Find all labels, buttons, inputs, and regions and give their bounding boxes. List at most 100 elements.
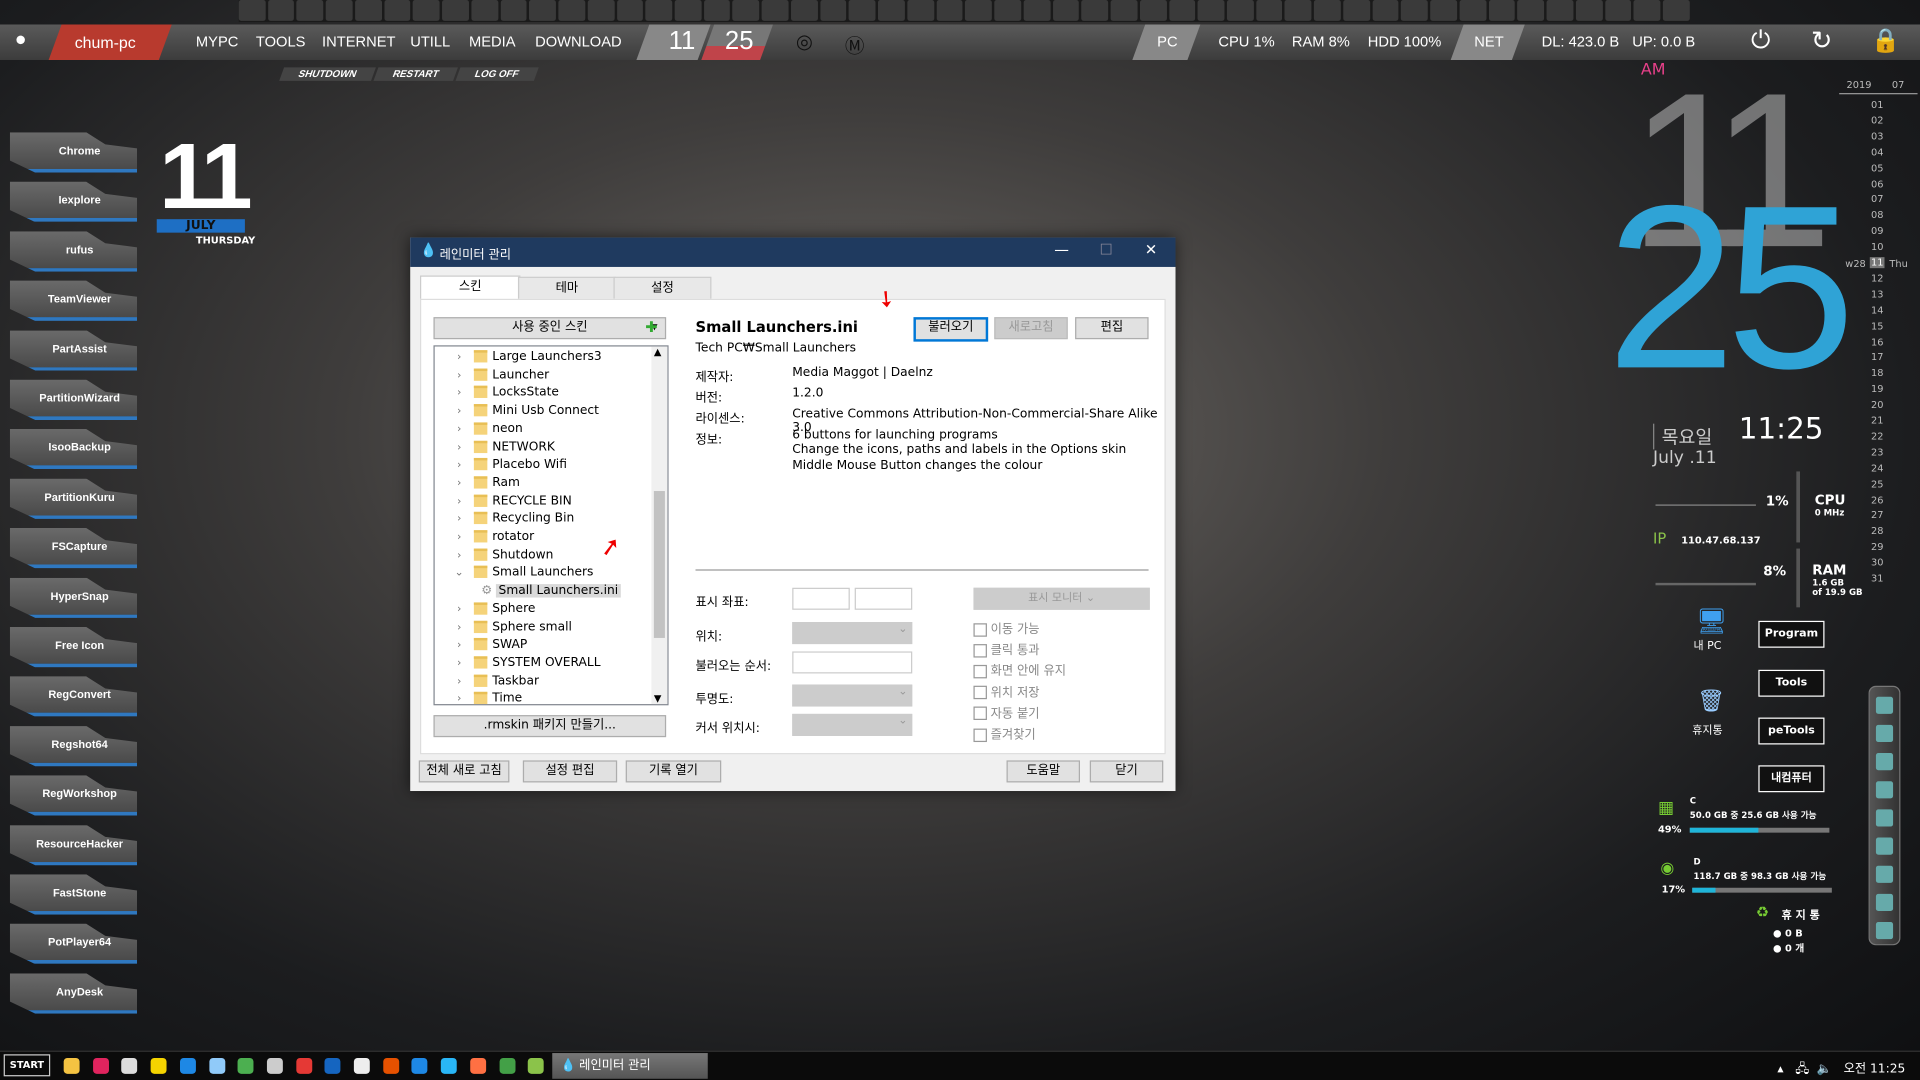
mypc-icon[interactable]: 🖥 [1696, 606, 1727, 635]
quick-launch-icon[interactable] [732, 0, 760, 21]
app-icon[interactable] [92, 1057, 109, 1074]
quick-launch-icon[interactable] [645, 0, 673, 21]
launcher-rufus[interactable]: rufus [9, 231, 138, 272]
quick-launch-icon[interactable] [703, 0, 731, 21]
book-icon[interactable] [1875, 893, 1894, 912]
chevron-right-icon[interactable]: › [452, 403, 467, 421]
scroll-up-icon[interactable]: ▲ [654, 347, 662, 358]
tree-item[interactable]: › Recycling Bin [452, 511, 574, 529]
close-button[interactable]: ✕ [1145, 241, 1157, 258]
tab-skins[interactable]: 스킨 [420, 275, 521, 301]
quick-launch-icon[interactable] [1081, 0, 1109, 21]
quick-launch-icon[interactable] [1401, 0, 1428, 21]
ccleaner-icon[interactable] [382, 1057, 399, 1074]
quick-launch-icon[interactable] [1168, 0, 1196, 21]
firefox-icon[interactable] [469, 1057, 486, 1074]
launcher-regshot64[interactable]: Regshot64 [9, 725, 138, 767]
chevron-right-icon[interactable]: › [452, 385, 467, 403]
quick-launch-icon[interactable] [587, 0, 615, 21]
quick-launch-icon[interactable] [355, 0, 382, 21]
restart-button[interactable]: RESTART [373, 67, 459, 81]
folder-tools-button[interactable]: Tools [1758, 669, 1825, 697]
quick-launch-icon[interactable] [471, 0, 498, 21]
quick-launch-icon[interactable] [790, 0, 818, 21]
quick-launch-icon[interactable] [384, 0, 411, 21]
quick-launch-icon[interactable] [1139, 0, 1167, 21]
signal-icon[interactable] [1875, 753, 1894, 771]
unlock-icon[interactable] [1875, 809, 1894, 827]
menu-internet[interactable]: INTERNET [322, 33, 395, 50]
tree-item[interactable]: › SYSTEM OVERALL [452, 655, 601, 673]
menu-utill[interactable]: UTILL [410, 33, 450, 50]
quick-launch-icon[interactable] [325, 0, 353, 21]
tab-settings[interactable]: 설정 [613, 276, 712, 302]
quick-launch-icon[interactable] [761, 0, 789, 21]
network-icon[interactable] [1875, 922, 1894, 940]
menu-tools[interactable]: TOOLS [256, 33, 306, 50]
launcher-free-icon[interactable]: Free Icon [9, 626, 138, 668]
tree-item[interactable]: › SWAP [452, 637, 527, 655]
quick-launch-icon[interactable] [1314, 0, 1341, 21]
clover-icon[interactable] [527, 1057, 544, 1074]
settings-icon[interactable] [121, 1057, 138, 1074]
x-coord-input[interactable] [792, 587, 850, 610]
launcher-potplayer64[interactable]: PotPlayer64 [9, 923, 138, 965]
lock-icon[interactable]: 🔒 [1871, 26, 1900, 55]
kakaotalk-icon[interactable] [150, 1057, 167, 1074]
open-log-button[interactable]: 기록 열기 [625, 760, 722, 783]
eraser-icon[interactable] [1875, 865, 1894, 883]
quick-launch-icon[interactable] [936, 0, 963, 21]
help-button[interactable]: 도움말 [1006, 760, 1081, 783]
load-order-input[interactable] [792, 651, 913, 674]
tree-scroll-thumb[interactable] [653, 491, 665, 638]
chevron-right-icon[interactable]: › [452, 673, 467, 691]
shutdown-button[interactable]: SHUTDOWN [279, 67, 377, 81]
chevron-right-icon[interactable]: › [452, 547, 467, 565]
quick-launch-icon[interactable] [1517, 0, 1545, 21]
tree-item[interactable]: › neon [452, 421, 523, 439]
chevron-right-icon[interactable]: › [452, 637, 467, 655]
quick-launch-icon[interactable] [413, 0, 440, 21]
quick-launch-icon[interactable] [965, 0, 992, 21]
tray-expand-icon[interactable]: ▴ [1777, 1063, 1783, 1076]
quick-launch-icon[interactable] [238, 0, 266, 21]
ccleaner-icon[interactable] [179, 1057, 196, 1074]
chevron-right-icon[interactable]: › [452, 655, 467, 673]
quick-launch-icon[interactable] [994, 0, 1022, 21]
gmail-icon[interactable]: Ⓜ [845, 29, 865, 58]
launcher-partassist[interactable]: PartAssist [9, 330, 138, 371]
load-button[interactable]: 불러오기 [913, 317, 989, 342]
create-rmskin-button[interactable]: .rmskin 패키지 만들기... [433, 715, 667, 738]
quick-launch-icon[interactable] [529, 0, 557, 21]
launcher-fscapture[interactable]: FSCapture [9, 527, 138, 569]
quick-launch-icon[interactable] [558, 0, 586, 21]
app-icon[interactable] [324, 1057, 341, 1074]
launcher-regworkshop[interactable]: RegWorkshop [9, 775, 138, 816]
taskbar-clock[interactable]: 오전 11:25 [1844, 1063, 1906, 1076]
quick-launch-icon[interactable] [1430, 0, 1457, 21]
menu-media[interactable]: MEDIA [469, 33, 516, 50]
tree-item[interactable]: › Mini Usb Connect [452, 403, 599, 421]
chevron-right-icon[interactable]: › [452, 619, 467, 637]
chevron-right-icon[interactable]: › [452, 367, 467, 385]
app-icon[interactable] [208, 1057, 225, 1074]
remote-desktop-icon[interactable] [353, 1057, 370, 1074]
start-button[interactable]: START [3, 1054, 51, 1077]
launcher-chrome[interactable]: Chrome [9, 132, 138, 173]
computer-icon[interactable] [1875, 837, 1894, 855]
ie-icon[interactable] [440, 1057, 457, 1074]
mypc-label[interactable]: 내 PC [1693, 637, 1721, 652]
edit-settings-button[interactable]: 설정 편집 [522, 760, 618, 783]
tree-item[interactable]: › Taskbar [452, 673, 539, 691]
chevron-right-icon[interactable]: › [452, 493, 467, 511]
quick-launch-icon[interactable] [1372, 0, 1399, 21]
quick-launch-icon[interactable] [1226, 0, 1254, 21]
recycle-bin-label[interactable]: 휴지통 [1692, 721, 1722, 737]
app-icon[interactable] [237, 1057, 254, 1074]
eraser-icon[interactable] [266, 1057, 283, 1074]
quick-launch-icon[interactable] [442, 0, 469, 21]
tree-item[interactable]: › Placebo Wifi [452, 457, 567, 475]
launcher-faststone[interactable]: FastStone [9, 874, 138, 915]
tree-item[interactable]: › rotator [452, 529, 534, 547]
quick-launch-icon[interactable] [878, 0, 905, 21]
